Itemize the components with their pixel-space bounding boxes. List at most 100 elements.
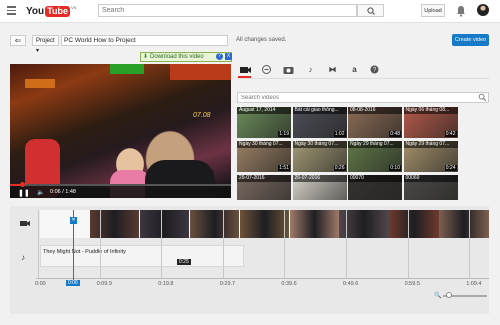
timeline-tick-label: 1:09.4 <box>466 281 482 287</box>
tile-title: 26-07-2016 <box>292 175 347 182</box>
audio-clip-duration: 0:25 <box>177 259 191 265</box>
library-video-tile[interactable]: Ngày 30 tháng 07... 0:26 <box>292 141 347 172</box>
download-arrow-icon: ⬇ <box>143 54 149 60</box>
search-box[interactable] <box>98 4 357 17</box>
volume-icon[interactable]: 🔈 <box>37 189 44 196</box>
video-frame <box>10 64 231 198</box>
tile-title: Ngày 06 tháng 08... <box>403 107 458 114</box>
logo-you-text: You <box>26 5 45 17</box>
audio-track-icon: ♪ <box>21 253 25 262</box>
tile-title: 29-07-2016 <box>237 175 291 182</box>
timeline-gridline <box>38 210 39 278</box>
tile-duration: 1:19 <box>278 131 290 137</box>
timeline-video-clip[interactable] <box>189 210 240 238</box>
music-note-icon[interactable]: ♪ <box>303 63 318 77</box>
timeline-tick-label: 0:09.9 <box>96 281 112 287</box>
timeline-tick-label: 0:39.6 <box>281 281 297 287</box>
timeline-video-clip[interactable] <box>90 210 140 238</box>
timeline-gridline <box>99 210 101 278</box>
timeline-video-clip[interactable] <box>439 210 489 238</box>
audio-clip-title: They Might Not - Puddle of Infinity <box>43 249 126 255</box>
tile-duration: 0:24 <box>444 165 457 171</box>
timeline-gridline <box>346 210 347 278</box>
download-label: Download this video <box>150 54 204 60</box>
save-status: All changes saved. <box>236 37 287 43</box>
text-icon[interactable]: a <box>347 63 362 77</box>
photo-camera-icon[interactable] <box>281 63 296 77</box>
video-track-icon <box>20 219 31 230</box>
tile-title: Ngày 30 tháng 07... <box>237 141 291 148</box>
media-tabs: ♪ ⧓ a ? <box>237 63 489 77</box>
library-video-tile[interactable]: Ngày 06 tháng 08... 0:42 <box>403 107 458 138</box>
timeline-tick-label: 0:49.6 <box>343 281 359 287</box>
timeline-video-clip[interactable] <box>239 210 289 238</box>
timeline-tick-label: 0:00 <box>35 281 46 287</box>
playhead-time: 0:06 <box>66 280 80 286</box>
help-icon[interactable]: ? <box>367 63 382 77</box>
timeline-tick-label: 0:59.5 <box>404 281 420 287</box>
video-search-input[interactable] <box>238 93 474 102</box>
tabs-divider <box>237 78 489 79</box>
create-video-button[interactable]: Create video <box>452 34 489 46</box>
tile-title: 00070 <box>348 175 402 182</box>
youtube-logo[interactable]: You Tube VN <box>26 5 77 17</box>
library-video-tile[interactable]: August 17, 2014 1:19 <box>237 107 291 138</box>
time-readout: 0:06 / 1:48 <box>50 189 76 195</box>
video-search-box[interactable] <box>237 92 489 103</box>
tile-title: 00069 <box>403 175 458 182</box>
logo-tube-text: Tube <box>45 5 70 17</box>
library-video-tile[interactable]: 00070 <box>348 175 402 200</box>
project-dropdown[interactable]: Project ▾ <box>32 35 59 54</box>
playhead-handle[interactable]: ✕ <box>70 217 77 224</box>
transitions-icon[interactable]: ⧓ <box>325 63 340 77</box>
notifications-bell-icon[interactable] <box>456 5 466 19</box>
video-camera-icon[interactable] <box>238 63 253 77</box>
zoom-slider-thumb[interactable] <box>446 292 452 298</box>
video-search-icon[interactable] <box>478 93 487 104</box>
scrubber-handle[interactable] <box>19 182 25 187</box>
timeline-ruler[interactable] <box>36 278 489 279</box>
library-video-tile[interactable]: 08-08-2016 0:48 <box>348 107 402 138</box>
library-video-tile[interactable]: 29-07-2016 <box>237 175 291 200</box>
tile-duration: 0:48 <box>389 131 401 137</box>
tile-duration: 0:10 <box>389 165 401 171</box>
timeline-tick-label: 0:19.8 <box>158 281 174 287</box>
tile-duration: 0:42 <box>444 131 457 137</box>
hamburger-menu-icon[interactable] <box>7 6 16 15</box>
project-title-input[interactable]: PC World How to Project <box>61 35 228 46</box>
download-close-button[interactable]: X <box>225 53 232 60</box>
timeline-video-clip[interactable] <box>389 210 439 238</box>
tile-title: Bất cái giao thông... <box>292 107 347 114</box>
library-video-tile[interactable]: Ngày 29 tháng 07... 0:10 <box>348 141 402 172</box>
timeline-gridline <box>469 210 471 278</box>
cc-music-icon[interactable] <box>259 63 274 77</box>
search-button[interactable] <box>357 4 384 17</box>
timeline-gridline <box>222 210 224 278</box>
tile-title: Ngày 29 tháng 07... <box>403 141 458 148</box>
zoom-icon: 🔍 <box>434 293 442 299</box>
timeline-video-clip[interactable] <box>139 210 190 238</box>
timeline-gridline <box>407 210 409 278</box>
timeline-video-clip[interactable] <box>289 210 339 238</box>
timeline-tick-label: 0:29.7 <box>219 281 236 287</box>
back-button[interactable]: ⇐ <box>10 35 26 46</box>
logo-country: VN <box>71 5 77 10</box>
search-icon <box>367 7 375 15</box>
library-video-tile[interactable]: 26-07-2016 <box>292 175 347 200</box>
library-video-tile[interactable]: 00069 <box>403 175 458 200</box>
library-video-tile[interactable]: Ngày 29 tháng 07... 0:24 <box>403 141 458 172</box>
timeline-gridline <box>284 210 286 278</box>
video-player[interactable] <box>10 64 231 198</box>
pause-icon[interactable]: ❚❚ <box>18 189 30 197</box>
tile-title: 08-08-2016 <box>348 107 402 114</box>
tile-duration: 1:51 <box>278 165 290 171</box>
tile-duration: 1:02 <box>333 131 346 137</box>
search-input[interactable] <box>99 5 345 16</box>
account-avatar[interactable] <box>477 4 489 16</box>
timeline-gridline <box>161 210 163 278</box>
download-help-button[interactable]: ? <box>216 53 223 60</box>
progress-bar[interactable] <box>10 184 231 186</box>
library-video-tile[interactable]: Ngày 30 tháng 07... 1:51 <box>237 141 291 172</box>
library-video-tile[interactable]: Bất cái giao thông... 1:02 <box>292 107 347 138</box>
upload-button[interactable]: Upload <box>421 4 445 17</box>
